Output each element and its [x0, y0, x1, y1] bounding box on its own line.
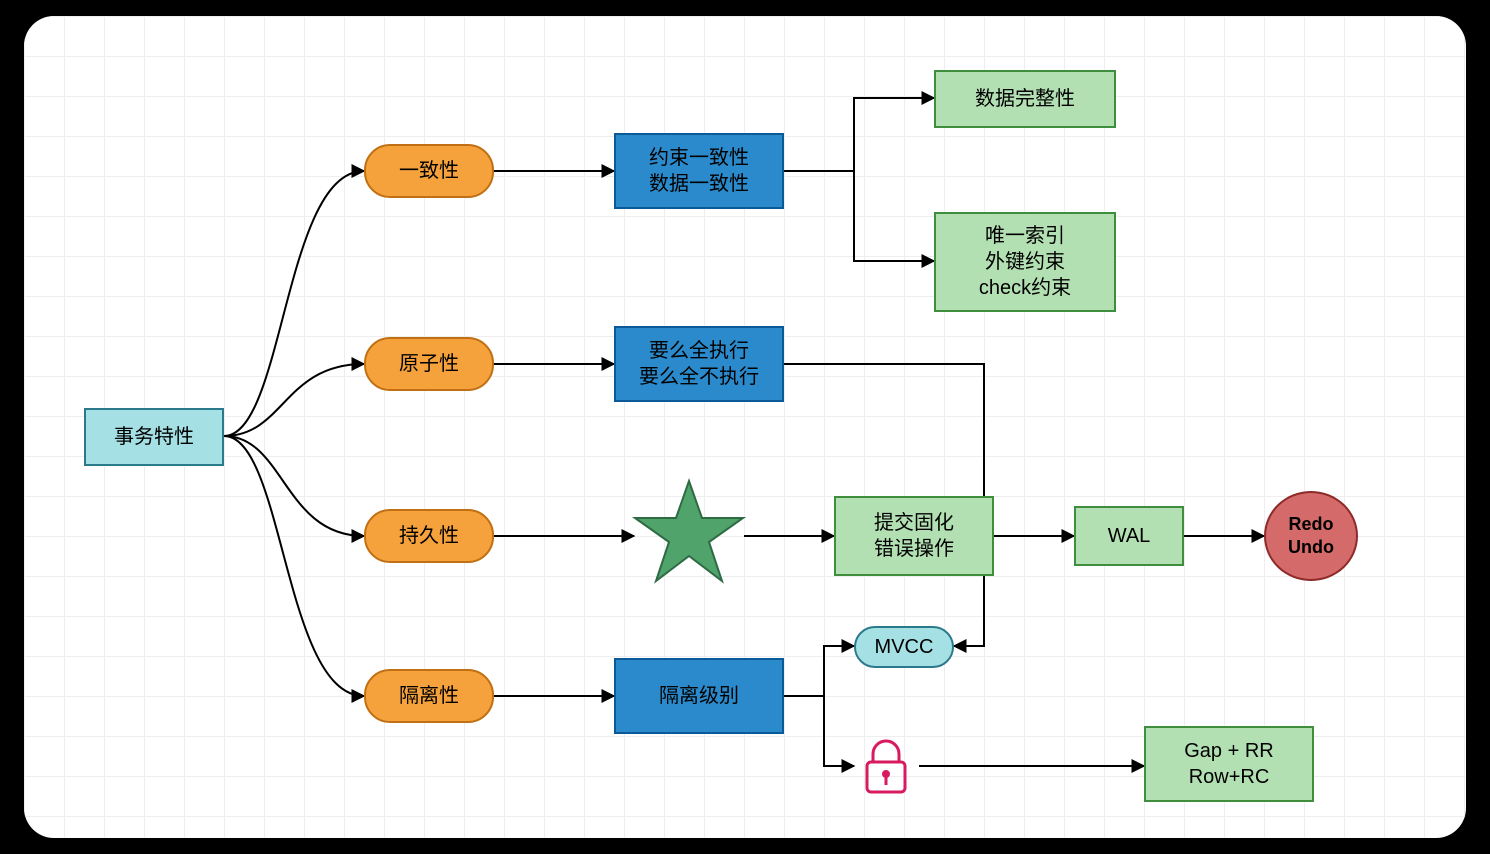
node-durability-label: 持久性 [399, 523, 459, 549]
data-integrity-label: 数据完整性 [975, 86, 1075, 112]
node-mvcc: MVCC [854, 626, 954, 668]
node-consistency: 一致性 [364, 144, 494, 198]
node-data-integrity: 数据完整性 [934, 70, 1116, 128]
node-locks: Gap + RR Row+RC [1144, 726, 1314, 802]
node-consistency-label: 一致性 [399, 158, 459, 184]
consistency-detail-line2: 数据一致性 [649, 171, 749, 197]
node-isolation: 隔离性 [364, 669, 494, 723]
locks-line1: Gap + RR [1184, 738, 1273, 764]
node-isolation-label: 隔离性 [399, 683, 459, 709]
lock-icon [859, 736, 914, 796]
node-durability: 持久性 [364, 509, 494, 563]
diagram-card: 事务特性 一致性 原子性 持久性 隔离性 约束一致性 数据一致性 要么全执行 要… [24, 16, 1466, 838]
node-consistency-detail: 约束一致性 数据一致性 [614, 133, 784, 209]
node-atomicity-detail: 要么全执行 要么全不执行 [614, 326, 784, 402]
node-atomicity: 原子性 [364, 337, 494, 391]
redo-label: Redo [1289, 513, 1334, 536]
wal-label: WAL [1108, 523, 1151, 549]
atomicity-detail-line1: 要么全执行 [649, 338, 749, 364]
atomicity-detail-line2: 要么全不执行 [639, 364, 759, 390]
constraints-line3: check约束 [979, 275, 1071, 301]
isolation-detail-label: 隔离级别 [659, 683, 739, 709]
constraints-line2: 外键约束 [985, 249, 1065, 275]
constraints-line1: 唯一索引 [985, 223, 1065, 249]
node-durability-detail: 提交固化 错误操作 [834, 496, 994, 576]
durability-detail-line1: 提交固化 [874, 510, 954, 536]
node-constraints: 唯一索引 外键约束 check约束 [934, 212, 1116, 312]
node-wal: WAL [1074, 506, 1184, 566]
node-root-label: 事务特性 [114, 424, 194, 450]
locks-line2: Row+RC [1189, 764, 1270, 790]
star-icon [629, 476, 749, 596]
node-redo-undo: Redo Undo [1264, 491, 1358, 581]
durability-detail-line2: 错误操作 [874, 536, 954, 562]
undo-label: Undo [1288, 536, 1334, 559]
mvcc-label: MVCC [875, 634, 934, 660]
node-root: 事务特性 [84, 408, 224, 466]
node-atomicity-label: 原子性 [399, 351, 459, 377]
consistency-detail-line1: 约束一致性 [649, 145, 749, 171]
node-isolation-detail: 隔离级别 [614, 658, 784, 734]
